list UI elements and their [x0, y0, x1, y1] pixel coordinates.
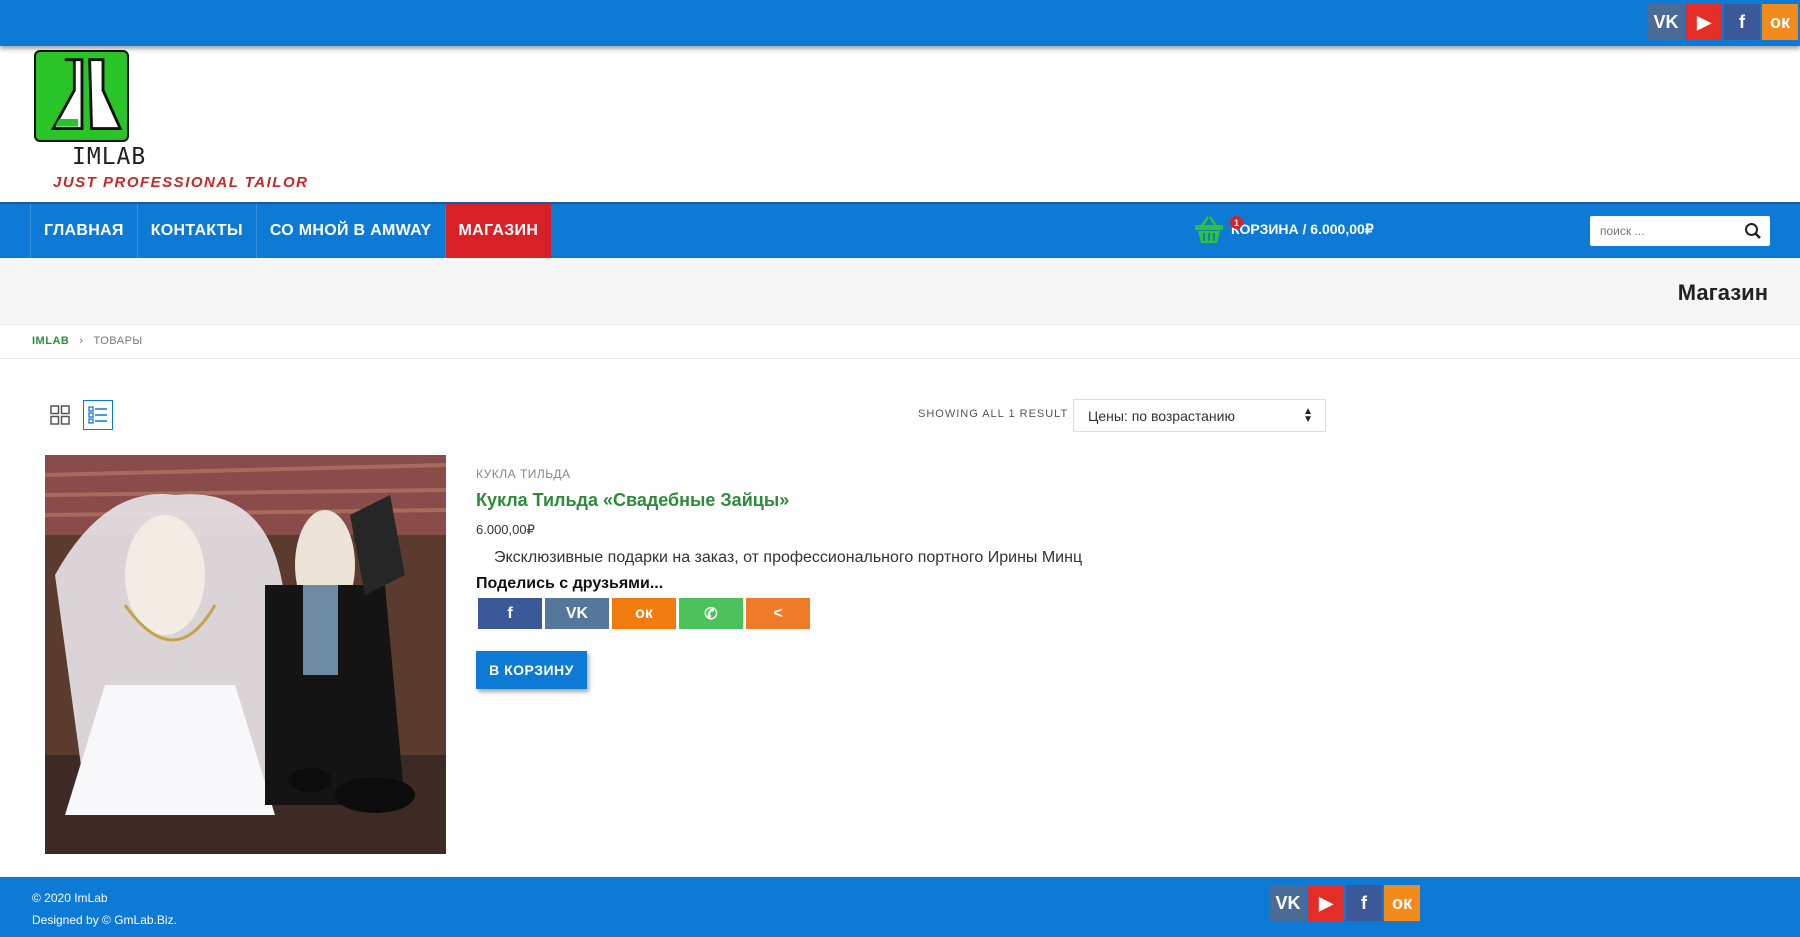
brand-tagline: JUST PROFESSIONAL TAILOR: [53, 174, 309, 191]
flask-logo-icon[interactable]: [34, 50, 129, 142]
share-title: Поделись с друзьями...: [476, 575, 664, 592]
whatsapp-icon: ✆: [704, 605, 718, 623]
cart-count-badge: 1: [1230, 216, 1243, 229]
view-toggle: [45, 400, 113, 430]
youtube-icon[interactable]: ▶: [1308, 885, 1344, 921]
share-whatsapp-button[interactable]: ✆: [679, 598, 743, 629]
product-price: 6.000,00₽: [476, 522, 535, 537]
search-input[interactable]: [1590, 216, 1730, 246]
grid-view-icon[interactable]: [45, 400, 75, 430]
designed-by-text[interactable]: Designed by © GmLab.Biz.: [32, 913, 177, 927]
odnoklassniki-icon: ок: [635, 604, 653, 622]
odnoklassniki-icon-label: ок: [1769, 11, 1790, 32]
nav-item-amway[interactable]: СО МНОЙ В AMWAY: [255, 204, 445, 258]
sort-select[interactable]: Цены: по возрастанию ▲ ▼: [1073, 399, 1326, 432]
vk-icon-label: VK: [1653, 11, 1679, 32]
youtube-icon-label: ▶: [1697, 11, 1711, 32]
odnoklassniki-icon[interactable]: ок: [1762, 4, 1798, 40]
select-arrows-icon: ▲ ▼: [1303, 407, 1313, 425]
share-icon: <: [773, 604, 783, 622]
youtube-icon-label: ▶: [1319, 892, 1333, 913]
breadcrumb-separator: ›: [79, 335, 84, 347]
search-box: [1590, 216, 1770, 246]
add-to-cart-button[interactable]: В КОРЗИНУ: [476, 651, 587, 689]
vk-icon[interactable]: VK: [1648, 4, 1684, 40]
share-more-button[interactable]: <: [746, 598, 810, 629]
share-facebook-button[interactable]: f: [478, 598, 542, 629]
main-nav: ГЛАВНАЯ КОНТАКТЫ СО МНОЙ В AMWAY МАГАЗИН: [30, 204, 552, 258]
cart-link[interactable]: 1 КОРЗИНА / 6.000,00₽: [1193, 214, 1374, 244]
breadcrumb: IMLAB › ТОВАРЫ: [32, 335, 143, 347]
divider: [0, 358, 1800, 359]
product-description: Эксклюзивные подарки на заказ, от профес…: [494, 549, 1083, 566]
main-navbar: ГЛАВНАЯ КОНТАКТЫ СО МНОЙ В AMWAY МАГАЗИН…: [0, 202, 1800, 258]
sort-select-value: Цены: по возрастанию: [1088, 407, 1235, 424]
facebook-icon[interactable]: f: [1346, 885, 1382, 921]
basket-icon: [1193, 214, 1225, 244]
search-icon[interactable]: [1744, 222, 1762, 240]
site-footer: © 2020 ImLab Designed by © GmLab.Biz. VK…: [0, 877, 1800, 937]
odnoklassniki-icon[interactable]: ок: [1384, 885, 1420, 921]
nav-item-shop[interactable]: МАГАЗИН: [444, 204, 552, 258]
share-vk-button[interactable]: VK: [545, 598, 609, 629]
youtube-icon[interactable]: ▶: [1686, 4, 1722, 40]
footer-social-links: VK ▶ f ок: [1270, 885, 1420, 921]
product-category[interactable]: КУКЛА ТИЛЬДА: [476, 467, 571, 481]
facebook-icon: f: [507, 604, 513, 622]
odnoklassniki-icon-label: ок: [1391, 892, 1412, 913]
copyright-text: © 2020 ImLab: [32, 891, 108, 905]
product-image[interactable]: [45, 455, 446, 854]
list-view-icon[interactable]: [83, 400, 113, 430]
vk-icon: VK: [565, 604, 589, 622]
facebook-icon-label: f: [1739, 11, 1745, 32]
breadcrumb-current: ТОВАРЫ: [93, 335, 143, 347]
vk-icon-label: VK: [1275, 892, 1301, 913]
page-title-bar: Магазин: [0, 258, 1800, 325]
result-count: SHOWING ALL 1 RESULT: [918, 408, 1069, 420]
breadcrumb-home-link[interactable]: IMLAB: [32, 335, 69, 347]
site-header: IMLAB JUST PROFESSIONAL TAILOR: [0, 46, 1800, 202]
facebook-icon-label: f: [1361, 892, 1367, 913]
top-bar: VK ▶ f ок: [0, 0, 1800, 46]
facebook-icon[interactable]: f: [1724, 4, 1760, 40]
page-title: Магазин: [1677, 280, 1768, 305]
brand-name: IMLAB: [72, 144, 147, 170]
top-social-links: VK ▶ f ок: [1648, 4, 1798, 40]
cart-label: КОРЗИНА / 6.000,00₽: [1231, 220, 1374, 237]
product-title[interactable]: Кукла Тильда «Свадебные Зайцы»: [476, 490, 789, 511]
select-arrow-down: ▼: [1303, 414, 1313, 425]
share-buttons: f VK ок ✆ <: [478, 598, 810, 629]
nav-item-contacts[interactable]: КОНТАКТЫ: [136, 204, 256, 258]
nav-item-home[interactable]: ГЛАВНАЯ: [30, 204, 137, 258]
vk-icon[interactable]: VK: [1270, 885, 1306, 921]
share-odnoklassniki-button[interactable]: ок: [612, 598, 676, 629]
